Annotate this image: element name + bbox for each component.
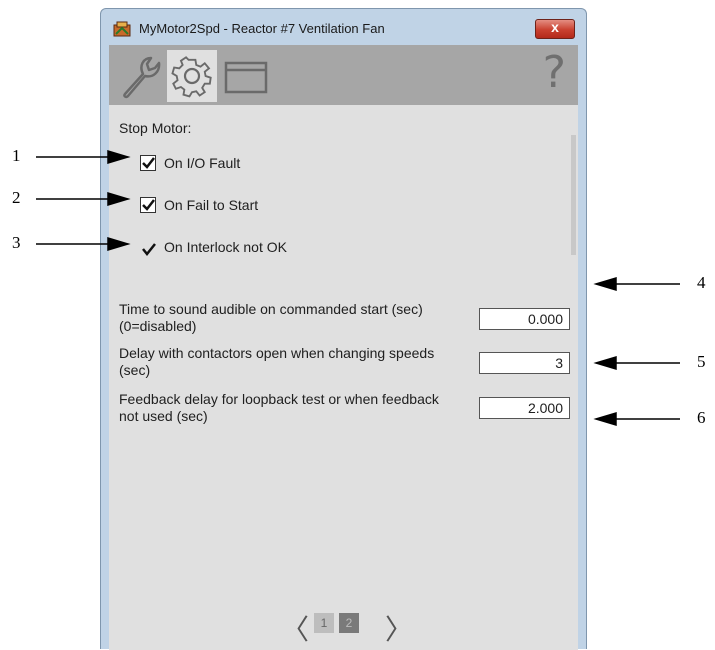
callout-6: 6 — [697, 408, 706, 427]
callout-4: 4 — [697, 273, 706, 292]
callout-1: 1 — [12, 146, 21, 165]
callout-3: 3 — [12, 233, 21, 252]
callout-arrows — [36, 149, 680, 427]
callout-5: 5 — [697, 352, 706, 371]
callout-2: 2 — [12, 188, 21, 207]
